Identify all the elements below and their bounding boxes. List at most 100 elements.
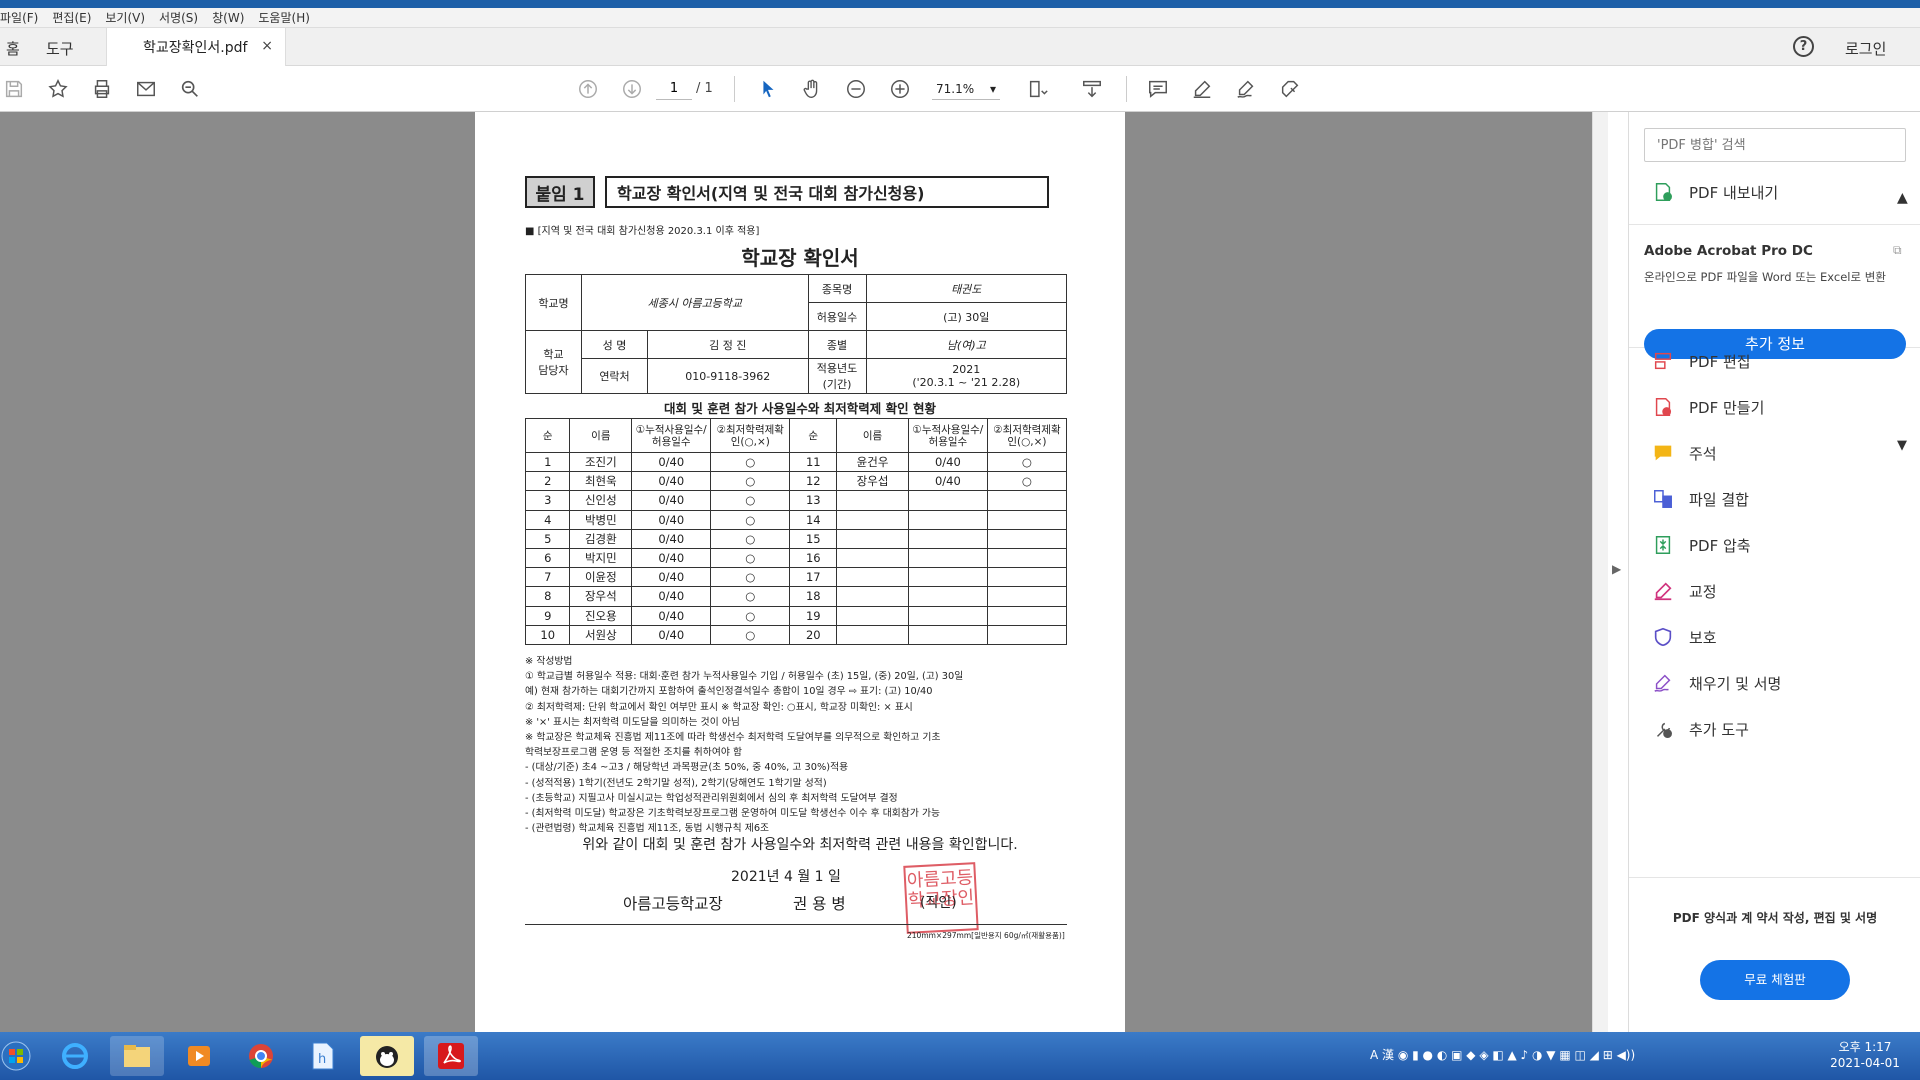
chevron-up-icon[interactable]: ▲ bbox=[1897, 190, 1908, 206]
status-cell bbox=[836, 605, 909, 626]
note-line: 예) 현재 참가하는 대회기간까지 포함하여 출석인정결석일수 총합이 10일 … bbox=[525, 686, 933, 698]
tool-edit-pdf[interactable]: PDF 편집 bbox=[1651, 349, 1751, 373]
copy-icon[interactable]: ⧉ bbox=[1893, 243, 1902, 258]
tab-document[interactable]: 학교장확인서.pdf × bbox=[106, 28, 286, 66]
zoom-value: 71.1% bbox=[936, 81, 975, 96]
status-row: 7 이윤정 0/40 ○ 17 bbox=[524, 567, 1068, 588]
clock-date[interactable]: 2021-04-01 bbox=[1820, 1056, 1910, 1070]
stamp-tool-icon[interactable] bbox=[1278, 77, 1302, 101]
status-cell bbox=[907, 567, 988, 588]
toolbar: / 1 71.1% ▾ bbox=[0, 66, 1920, 112]
chevron-down-icon[interactable]: ▼ bbox=[1897, 438, 1907, 453]
zoom-out-icon[interactable] bbox=[844, 77, 868, 101]
status-row: 9 진오용 0/40 ○ 19 bbox=[524, 605, 1068, 626]
tool-label: PDF 편집 bbox=[1689, 352, 1751, 371]
chrome-icon[interactable] bbox=[234, 1036, 288, 1076]
comment-icon[interactable] bbox=[1146, 77, 1170, 101]
status-cell: 10 bbox=[524, 624, 571, 645]
acrobat-taskbar-icon[interactable] bbox=[424, 1036, 478, 1076]
status-cell: 4 bbox=[524, 509, 571, 530]
status-header-cell: 순 bbox=[524, 418, 571, 453]
gender-value: 남(여)고 bbox=[865, 330, 1068, 359]
hwp-viewer-icon[interactable]: h bbox=[296, 1036, 350, 1076]
status-cell: ○ bbox=[710, 509, 791, 530]
email-icon[interactable] bbox=[134, 77, 158, 101]
document-canvas[interactable]: 붙임 1 학교장 확인서(지역 및 전국 대회 참가신청용) ■ [지역 및 전… bbox=[0, 112, 1608, 1032]
select-cursor-icon[interactable] bbox=[756, 77, 780, 101]
tool-label: PDF 압축 bbox=[1689, 536, 1751, 555]
school-value: 세종시 아름고등학교 bbox=[581, 274, 809, 331]
product-name: Adobe Acrobat Pro DC bbox=[1644, 243, 1813, 259]
menu-view[interactable]: 보기(V) bbox=[105, 9, 145, 26]
status-header-cell: ①누적사용일수/허용일수 bbox=[907, 418, 988, 453]
menu-sign[interactable]: 서명(S) bbox=[159, 9, 198, 26]
media-player-icon[interactable] bbox=[172, 1036, 226, 1076]
pdf-page: 붙임 1 학교장 확인서(지역 및 전국 대회 참가신청용) ■ [지역 및 전… bbox=[475, 112, 1125, 1032]
bookmark-star-icon[interactable] bbox=[46, 77, 70, 101]
menu-edit[interactable]: 편집(E) bbox=[52, 9, 91, 26]
signature-line bbox=[525, 924, 1067, 925]
page-fit-icon[interactable] bbox=[1026, 77, 1050, 101]
free-trial-button[interactable]: 무료 체험판 bbox=[1700, 960, 1850, 1000]
start-button[interactable] bbox=[0, 1036, 38, 1076]
redact-pen-icon bbox=[1651, 579, 1675, 603]
status-row: 10 서원상 0/40 ○ 20 bbox=[524, 624, 1068, 645]
combine-files-icon bbox=[1651, 487, 1675, 511]
clock-time[interactable]: 오후 1:17 bbox=[1830, 1038, 1900, 1055]
internet-explorer-icon[interactable] bbox=[48, 1036, 102, 1076]
status-cell: ○ bbox=[710, 451, 791, 473]
login-button[interactable]: 로그인 bbox=[1845, 38, 1886, 59]
status-cell: 장우석 bbox=[569, 586, 633, 607]
scroll-mode-icon[interactable] bbox=[1080, 77, 1104, 101]
page-total: / 1 bbox=[696, 81, 713, 96]
status-cell: 0/40 bbox=[631, 605, 712, 626]
print-icon[interactable] bbox=[90, 77, 114, 101]
edit-pdf-icon bbox=[1651, 349, 1675, 373]
tool-comment[interactable]: 주석 bbox=[1651, 441, 1717, 465]
status-cell: 9 bbox=[524, 605, 571, 626]
tool-redact[interactable]: 교정 bbox=[1651, 579, 1717, 603]
tool-more-tools[interactable]: 추가 도구 bbox=[1651, 717, 1749, 741]
file-explorer-icon[interactable] bbox=[110, 1036, 164, 1076]
messenger-icon[interactable] bbox=[360, 1036, 414, 1076]
year-label-line2: (기간) bbox=[822, 378, 852, 391]
system-tray[interactable]: A 漢 ◉ ▮ ● ◐ ▣ ◆ ◈ ◧ ▲ ♪ ◑ ▼ ▦ ◫ ◢ ⊞ ◀)) bbox=[1370, 1046, 1635, 1063]
draw-sign-icon[interactable] bbox=[1234, 77, 1258, 101]
close-tab-icon[interactable]: × bbox=[261, 38, 273, 54]
zoom-in-icon[interactable] bbox=[888, 77, 912, 101]
tool-compress-pdf[interactable]: PDF 압축 bbox=[1651, 533, 1751, 557]
vertical-scrollbar[interactable] bbox=[1592, 112, 1608, 1032]
help-icon[interactable]: ? bbox=[1793, 36, 1814, 57]
event-label: 종목명 bbox=[807, 274, 867, 303]
page-number-input[interactable] bbox=[656, 78, 692, 100]
tool-protect[interactable]: 보호 bbox=[1651, 625, 1717, 649]
highlight-pen-icon[interactable] bbox=[1190, 77, 1214, 101]
save-icon[interactable] bbox=[2, 77, 26, 101]
ime-indicator[interactable]: A 漢 bbox=[1370, 1048, 1394, 1062]
tool-fill-sign[interactable]: 채우기 및 서명 bbox=[1651, 671, 1781, 695]
zoom-select[interactable]: 71.1% ▾ bbox=[932, 78, 1000, 100]
next-page-icon[interactable] bbox=[620, 77, 644, 101]
compress-pdf-icon bbox=[1651, 533, 1675, 557]
status-cell bbox=[986, 528, 1068, 549]
panel-collapse-icon[interactable]: ▶ bbox=[1612, 562, 1621, 576]
hand-tool-icon[interactable] bbox=[800, 77, 824, 101]
tab-tools[interactable]: 도구 bbox=[46, 38, 74, 59]
menu-file[interactable]: 파일(F) bbox=[0, 9, 38, 26]
tool-label: 파일 결합 bbox=[1689, 490, 1749, 509]
export-pdf-item[interactable]: PDF 내보내기 bbox=[1651, 180, 1778, 204]
menu-window[interactable]: 창(W) bbox=[212, 9, 244, 26]
tool-combine-files[interactable]: 파일 결합 bbox=[1651, 487, 1749, 511]
search-icon[interactable] bbox=[178, 77, 202, 101]
name-label: 성 명 bbox=[581, 330, 648, 359]
tools-search-input[interactable] bbox=[1644, 128, 1906, 162]
previous-page-icon[interactable] bbox=[576, 77, 600, 101]
status-cell: ○ bbox=[710, 490, 791, 511]
tool-create-pdf[interactable]: PDF 만들기 bbox=[1651, 395, 1764, 419]
create-pdf-icon bbox=[1651, 395, 1675, 419]
menu-help[interactable]: 도움말(H) bbox=[258, 9, 310, 26]
status-row: 1 조진기 0/40 ○ 11 윤건우 0/40 ○ bbox=[524, 451, 1068, 473]
confirm-date: 2021년 4 월 1 일 bbox=[731, 869, 841, 885]
status-cell bbox=[986, 605, 1068, 626]
tab-home[interactable]: 홈 bbox=[6, 38, 20, 59]
